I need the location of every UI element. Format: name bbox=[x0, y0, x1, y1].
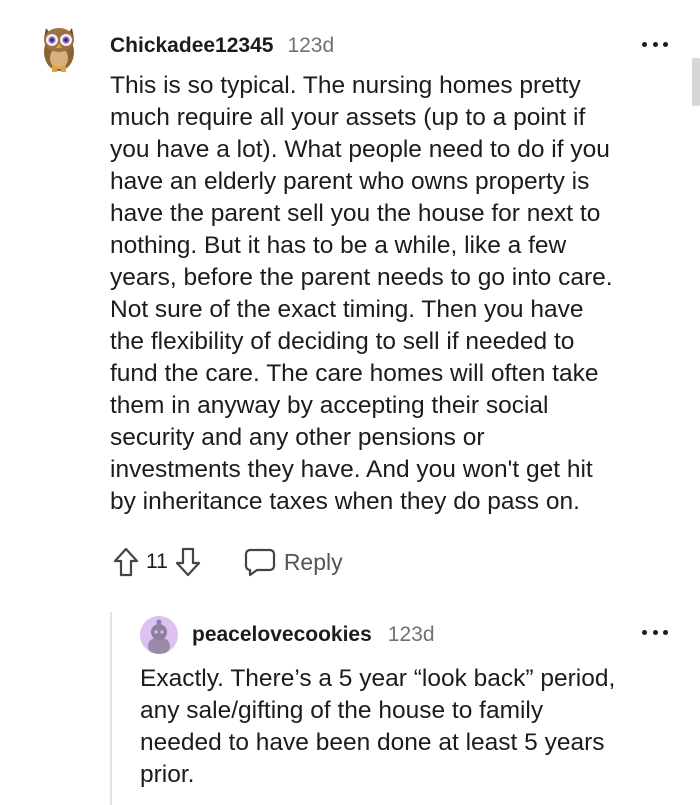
speech-bubble-icon bbox=[244, 548, 275, 577]
reply-button[interactable]: Reply bbox=[244, 547, 343, 577]
reply-timestamp: 123d bbox=[387, 623, 435, 646]
thread-line[interactable] bbox=[110, 612, 112, 805]
reply-body-line: prior. bbox=[140, 761, 195, 788]
reply-body: Exactly. There’s a 5 year “look back” pe… bbox=[140, 663, 670, 791]
reply-username[interactable]: peacelovecookies bbox=[192, 623, 372, 647]
comment-body: This is so typical. The nursing homes pr… bbox=[110, 70, 670, 518]
comment-body-line: investments they have. And you won't get… bbox=[110, 456, 593, 483]
comment-body-line: you have a lot). What people need to do … bbox=[110, 136, 610, 163]
reply-avatar[interactable] bbox=[140, 616, 178, 654]
comment-body-line: nothing. But it has to be a while, like … bbox=[110, 232, 567, 259]
comment-body-line: by inheritance taxes when they do pass o… bbox=[110, 488, 580, 515]
upvote-button[interactable] bbox=[110, 544, 142, 580]
arrow-up-icon bbox=[113, 547, 139, 577]
arrow-down-icon bbox=[175, 547, 200, 577]
comment-body-line: have an elderly parent who owns property… bbox=[110, 168, 590, 195]
comment-more-options-button[interactable] bbox=[642, 38, 668, 50]
comment-body-line: fund the care. The care homes will often… bbox=[110, 360, 599, 387]
reply-body-line: needed to have been done at least 5 year… bbox=[140, 729, 605, 756]
ellipsis-icon bbox=[642, 41, 647, 47]
reply-label: Reply bbox=[283, 548, 343, 575]
comment-body-line: much require all your assets (up to a po… bbox=[110, 104, 586, 131]
comment-body-line: Not sure of the exact timing. Then you h… bbox=[110, 296, 584, 323]
comment-body-line: the flexibility of deciding to sell if n… bbox=[110, 328, 575, 355]
comment-body-line: have the parent sell you the house for n… bbox=[110, 200, 601, 227]
reply-body-line: Exactly. There’s a 5 year “look back” pe… bbox=[140, 665, 616, 692]
comment-body-line: security and any other pensions or bbox=[110, 424, 485, 451]
downvote-button[interactable] bbox=[172, 544, 204, 580]
comment-username[interactable]: Chickadee12345 bbox=[110, 34, 273, 58]
comment-body-line: This is so typical. The nursing homes pr… bbox=[110, 72, 581, 99]
comment-body-line: them in anyway by accepting their social bbox=[110, 392, 549, 419]
comment-body-line: years, before the parent needs to go int… bbox=[110, 264, 613, 291]
avatar[interactable] bbox=[38, 20, 80, 74]
reply-body-line: any sale/gifting of the house to family bbox=[140, 697, 544, 724]
comment-header: Chickadee12345 123d bbox=[110, 32, 334, 60]
ellipsis-icon bbox=[642, 629, 647, 635]
comment-timestamp: 123d bbox=[287, 34, 335, 57]
comment-actions: 11 Reply bbox=[110, 542, 343, 582]
vote-count: 11 bbox=[146, 550, 168, 573]
reply-header: peacelovecookies 123d bbox=[192, 621, 435, 649]
reply-more-options-button[interactable] bbox=[642, 626, 668, 638]
scrollbar[interactable] bbox=[692, 58, 700, 106]
